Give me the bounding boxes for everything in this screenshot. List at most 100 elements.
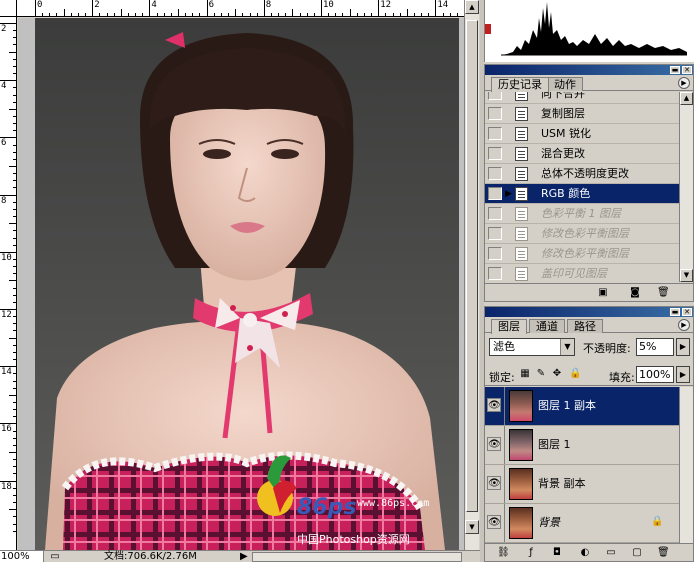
eye-icon[interactable]: 👁 (487, 437, 501, 451)
tab-history[interactable]: 历史记录 (491, 77, 549, 92)
layer-name[interactable]: 图层 1 副本 (538, 399, 596, 413)
opacity-slider-arrow-icon[interactable]: ▶ (676, 338, 690, 356)
portrait-photo[interactable]: 86ps www.86ps.com 中国Photoshop资源网 (35, 18, 459, 550)
ruler-label: 4 (151, 0, 157, 10)
trash-icon[interactable]: 🗑 (657, 547, 670, 558)
history-brush-source-checkbox[interactable] (488, 127, 502, 140)
adjustment-icon[interactable]: ◐ (579, 547, 591, 558)
minimize-icon[interactable]: ▬ (670, 308, 680, 316)
opacity-input[interactable]: 5% (636, 338, 674, 356)
blend-mode-select[interactable]: 滤色 ▼ (489, 338, 575, 356)
lock-position-icon[interactable]: ✥ (551, 368, 563, 380)
scroll-up-icon[interactable]: ▲ (680, 92, 693, 105)
ruler-minor-tick (13, 487, 16, 489)
vertical-ruler[interactable]: 2 4 6 8 10 12 14 16 18 (0, 17, 17, 550)
ruler-minor-tick (449, 13, 451, 16)
link-icon[interactable]: ⛓ (497, 547, 510, 558)
snapshot-icon[interactable]: ◙ (629, 287, 641, 298)
eye-icon[interactable]: 👁 (487, 398, 501, 412)
ruler-minor-tick (56, 13, 58, 16)
ruler-minor-tick (406, 9, 408, 16)
tab-actions[interactable]: 动作 (547, 77, 583, 91)
history-brush-source-checkbox[interactable] (488, 267, 502, 280)
scroll-up-icon[interactable]: ▲ (465, 0, 479, 14)
history-state-row[interactable]: ▶ RGB 颜色 (485, 184, 680, 204)
lock-transparency-icon[interactable]: ▦ (519, 368, 531, 380)
history-brush-source-checkbox[interactable] (488, 147, 502, 160)
history-state-icon (515, 127, 528, 141)
history-state-slider-icon[interactable]: ▶ (505, 188, 513, 200)
history-state-row[interactable]: 修改色彩平衡图层 (485, 244, 680, 264)
layer-row[interactable]: 👁 图层 1 (485, 426, 680, 465)
layer-row[interactable]: 👁 背景 🔒 (485, 504, 680, 543)
zoom-field[interactable]: 100% (0, 551, 44, 562)
history-state-row[interactable]: 盖印可见图层 (485, 264, 680, 282)
tab-channels[interactable]: 通道 (529, 319, 565, 333)
panel-menu-icon[interactable]: ▶ (678, 77, 690, 89)
history-state-row[interactable]: 混合更改 (485, 144, 680, 164)
close-icon[interactable]: ✕ (682, 308, 692, 316)
chevron-down-icon[interactable]: ▼ (560, 339, 574, 355)
tab-layers[interactable]: 图层 (491, 319, 527, 334)
eye-icon[interactable]: 👁 (487, 476, 501, 490)
lock-all-icon[interactable]: 🔒 (569, 368, 581, 380)
ruler-minor-tick (13, 494, 16, 496)
minimize-icon[interactable]: ▬ (670, 66, 680, 74)
layer-name[interactable]: 图层 1 (538, 438, 571, 452)
history-state-row[interactable]: 总体不透明度更改 (485, 164, 680, 184)
layers-titlebar[interactable]: ▬ ✕ (485, 307, 693, 317)
eye-icon[interactable]: 👁 (487, 515, 501, 529)
layer-row[interactable]: 👁 图层 1 副本 (485, 387, 680, 426)
close-icon[interactable]: ✕ (682, 66, 692, 74)
portrait-illustration: 86ps www.86ps.com 中国Photoshop资源网 (35, 18, 459, 550)
layer-row[interactable]: 👁 背景 副本 (485, 465, 680, 504)
watermark-cn: 中国Photoshop资源网 (297, 532, 410, 546)
layer-thumbnail[interactable] (509, 507, 533, 539)
fill-input[interactable]: 100% (636, 366, 674, 383)
ruler-minor-tick (413, 13, 415, 16)
history-scrollbar[interactable]: ▲ ▼ (679, 92, 693, 282)
panel-menu-icon[interactable]: ▶ (678, 319, 690, 331)
ruler-minor-tick (335, 13, 337, 16)
scroll-down-icon[interactable]: ▼ (465, 520, 479, 534)
history-state-row[interactable]: USM 锐化 (485, 124, 680, 144)
history-state-row[interactable]: 向下合并 (485, 92, 680, 104)
fill-slider-arrow-icon[interactable]: ▶ (676, 366, 690, 383)
history-brush-source-checkbox[interactable] (488, 207, 502, 220)
layers-scrollbar[interactable] (679, 387, 693, 543)
lock-pixels-icon[interactable]: ✎ (535, 368, 547, 380)
navigator-icon[interactable]: ▭ (48, 551, 62, 562)
trash-icon[interactable]: 🗑 (657, 287, 670, 298)
history-titlebar[interactable]: ▬ ✕ (485, 65, 693, 75)
status-menu-arrow-icon[interactable]: ▶ (240, 551, 250, 562)
layer-thumbnail[interactable] (509, 390, 533, 422)
layer-thumbnail[interactable] (509, 468, 533, 500)
scroll-down-icon[interactable]: ▼ (680, 269, 693, 282)
scroll-thumb[interactable] (466, 20, 478, 512)
history-brush-source-checkbox[interactable] (488, 107, 502, 120)
history-brush-source-checkbox[interactable] (488, 187, 502, 200)
layer-name[interactable]: 背景 副本 (538, 477, 586, 491)
document-vertical-scrollbar[interactable]: ▲ ▼ (464, 0, 479, 550)
history-state-row[interactable]: 修改色彩平衡图层 (485, 224, 680, 244)
ruler-minor-tick (13, 409, 16, 411)
history-brush-source-checkbox[interactable] (488, 92, 502, 100)
history-state-row[interactable]: 色彩平衡 1 图层 (485, 204, 680, 224)
new-layer-icon[interactable]: ▢ (631, 547, 643, 558)
history-state-row[interactable]: 复制图层 (485, 104, 680, 124)
tab-paths[interactable]: 路径 (567, 319, 603, 333)
ruler-minor-tick (9, 452, 16, 453)
new-document-from-state-icon[interactable]: ▣ (597, 287, 609, 298)
fx-icon[interactable]: ƒ (525, 547, 537, 558)
layer-name[interactable]: 背景 (538, 516, 560, 530)
history-brush-source-checkbox[interactable] (488, 247, 502, 260)
folder-icon[interactable]: ▭ (605, 547, 617, 558)
document-horizontal-scrollbar[interactable] (252, 552, 462, 562)
document-canvas[interactable]: 86ps www.86ps.com 中国Photoshop资源网 (18, 18, 464, 550)
horizontal-ruler[interactable]: 0 2 4 6 8 10 12 14 (0, 0, 464, 17)
ruler-origin[interactable] (0, 0, 17, 17)
layer-thumbnail[interactable] (509, 429, 533, 461)
history-brush-source-checkbox[interactable] (488, 167, 502, 180)
history-brush-source-checkbox[interactable] (488, 227, 502, 240)
mask-icon[interactable]: ◘ (551, 547, 563, 558)
